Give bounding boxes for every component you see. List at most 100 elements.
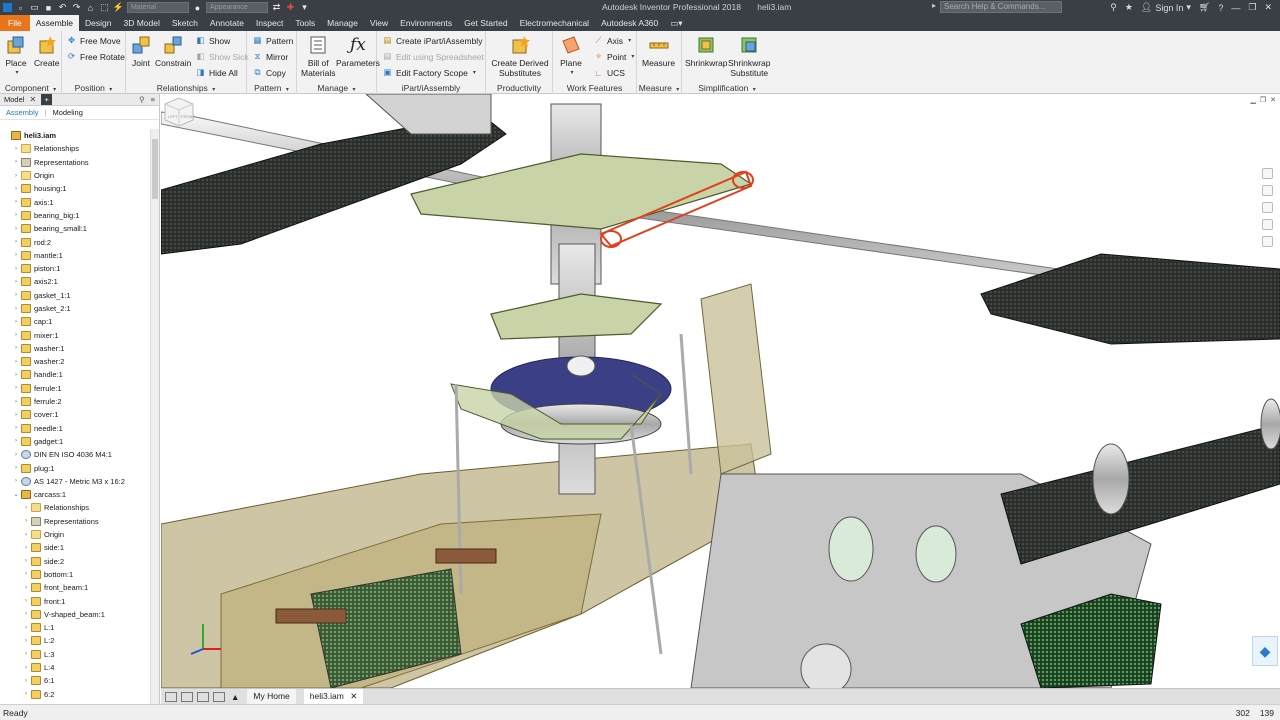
browser-menu-icon[interactable]: ≡: [151, 95, 155, 104]
expand-icon[interactable]: ›: [22, 558, 30, 564]
create-ipart-button[interactable]: ▤ Create iPart/iAssembly: [382, 35, 482, 46]
ucs-button[interactable]: ∟ UCS: [593, 67, 625, 78]
modeling-view-tab[interactable]: Modeling: [52, 108, 82, 117]
expand-icon[interactable]: ›: [12, 199, 20, 205]
a360-icon[interactable]: ◆: [1252, 636, 1278, 666]
tree-item[interactable]: › DIN EN ISO 4036 M4:1: [0, 448, 150, 461]
home-icon[interactable]: ⌂: [85, 2, 96, 13]
expand-icon[interactable]: ›: [12, 399, 20, 405]
tree-item[interactable]: heli3.iam: [0, 129, 150, 142]
measure-qat-icon[interactable]: ⇄: [271, 2, 282, 13]
place-button[interactable]: Place ▾: [5, 34, 27, 78]
tree-item[interactable]: › gadget:1: [0, 435, 150, 448]
expand-icon[interactable]: ›: [12, 332, 20, 338]
graphics-viewport[interactable]: ▁ ❐ ✕ LEFT FRONT ◆: [161, 94, 1280, 688]
restore-icon[interactable]: ❐: [1248, 2, 1256, 13]
tab-overflow-icon[interactable]: ▭▾: [664, 15, 688, 31]
tree-item[interactable]: › V-shaped_beam:1: [0, 608, 150, 621]
expand-icon[interactable]: ›: [22, 611, 30, 617]
mirror-button[interactable]: ⧖ Mirror: [252, 51, 289, 62]
viewcube[interactable]: LEFT FRONT: [161, 94, 197, 130]
tree-item[interactable]: › rod:2: [0, 235, 150, 248]
expand-icon[interactable]: ›: [22, 678, 30, 684]
tree-item[interactable]: › front_beam:1: [0, 581, 150, 594]
expand-icon[interactable]: ›: [12, 452, 20, 458]
position-panel-title[interactable]: Position ▾: [62, 82, 125, 94]
tree-item[interactable]: › gasket_1:1: [0, 289, 150, 302]
pattern-button[interactable]: ▦ Pattern: [252, 35, 293, 46]
expand-icon[interactable]: ›: [12, 319, 20, 325]
undo-icon[interactable]: ↶: [57, 2, 68, 13]
expand-icon[interactable]: ›: [12, 146, 20, 152]
qat-dropdown-icon[interactable]: ▾: [299, 2, 310, 13]
shrinkwrap-button[interactable]: Shrinkwrap: [685, 34, 728, 68]
material-combo[interactable]: Material: [127, 2, 189, 13]
close-document-icon[interactable]: ✕: [350, 691, 357, 701]
tree-item[interactable]: › bearing_big:1: [0, 209, 150, 222]
measure-button[interactable]: Measure: [642, 34, 675, 68]
add-browser-icon[interactable]: +: [41, 94, 53, 105]
new-icon[interactable]: ▫: [15, 2, 26, 13]
expand-icon[interactable]: ›: [22, 571, 30, 577]
parameters-button[interactable]: ƒx Parameters: [336, 34, 380, 69]
expand-icon[interactable]: ›: [12, 266, 20, 272]
tile-grid-icon[interactable]: [181, 691, 193, 702]
tree-item[interactable]: › 6:1: [0, 674, 150, 687]
create-derived-substitutes-button[interactable]: Create Derived Substitutes: [491, 34, 549, 78]
plus-icon[interactable]: ✚: [285, 2, 296, 13]
expand-icon[interactable]: ›: [12, 345, 20, 351]
expand-icon[interactable]: ›: [12, 438, 20, 444]
doc-list-icon[interactable]: ▲: [231, 692, 239, 702]
tree-item[interactable]: › L:4: [0, 661, 150, 674]
tree-item[interactable]: › mantle:1: [0, 249, 150, 262]
viewport-restore-icon[interactable]: ❐: [1260, 96, 1266, 104]
expand-icon[interactable]: ›: [12, 292, 20, 298]
bill-of-materials-button[interactable]: Bill of Materials: [301, 34, 335, 78]
tab-tools[interactable]: Tools: [289, 15, 321, 31]
open-icon[interactable]: ▭: [29, 2, 40, 13]
select-icon[interactable]: ⬚: [99, 2, 110, 13]
expand-icon[interactable]: ›: [22, 651, 30, 657]
tree-item[interactable]: › AS 1427 - Metric M3 x 16:2: [0, 475, 150, 488]
expand-icon[interactable]: ›: [12, 385, 20, 391]
free-move-button[interactable]: ✥ Free Move: [66, 35, 121, 46]
steering-wheel-icon[interactable]: [1261, 168, 1273, 179]
edit-factory-scope-button[interactable]: ▣ Edit Factory Scope ▾: [382, 67, 475, 78]
tree-item[interactable]: › 6:2: [0, 687, 150, 700]
tile-vertical-icon[interactable]: [197, 691, 209, 702]
expand-icon[interactable]: ›: [12, 359, 20, 365]
show-sick-button[interactable]: ◧ Show Sick: [195, 51, 248, 62]
tab-annotate[interactable]: Annotate: [204, 15, 250, 31]
measure-panel-title[interactable]: Measure ▾: [637, 82, 681, 94]
close-browser-icon[interactable]: ✕: [29, 95, 36, 104]
tree-item[interactable]: › cover:1: [0, 408, 150, 421]
simplification-panel-title[interactable]: Simplification ▾: [682, 82, 772, 94]
tab-autodesk-a360[interactable]: Autodesk A360: [595, 15, 664, 31]
tree-item[interactable]: › washer:2: [0, 355, 150, 368]
redo-icon[interactable]: ↷: [71, 2, 82, 13]
star-icon[interactable]: ★: [1125, 2, 1133, 13]
tab-3d-model[interactable]: 3D Model: [118, 15, 166, 31]
copy-button[interactable]: ⧉ Copy: [252, 67, 285, 78]
expand-icon[interactable]: ›: [22, 532, 30, 538]
tab-get-started[interactable]: Get Started: [458, 15, 513, 31]
tree-item[interactable]: › Relationships: [0, 501, 150, 514]
tree-item[interactable]: › Origin: [0, 528, 150, 541]
binoculars-icon[interactable]: ⚲: [1110, 2, 1117, 13]
tree-item[interactable]: › front:1: [0, 594, 150, 607]
tree-item[interactable]: › bearing_small:1: [0, 222, 150, 235]
my-home-tab[interactable]: My Home: [247, 689, 296, 704]
constrain-button[interactable]: Constrain: [155, 34, 191, 68]
appearance-combo[interactable]: Appearance: [206, 2, 268, 13]
close-icon[interactable]: ✕: [1264, 2, 1272, 13]
expand-icon[interactable]: ›: [12, 212, 20, 218]
tab-view[interactable]: View: [364, 15, 394, 31]
help-search-input[interactable]: Search Help & Commands...: [932, 1, 1062, 13]
expand-icon[interactable]: ⌄: [12, 491, 20, 498]
tree-item[interactable]: › axis2:1: [0, 275, 150, 288]
tree-item[interactable]: › housing:1: [0, 182, 150, 195]
tree-item[interactable]: ⌄ carcass:1: [0, 488, 150, 501]
expand-icon[interactable]: ›: [12, 478, 20, 484]
expand-icon[interactable]: ›: [12, 306, 20, 312]
tree-item[interactable]: › side:2: [0, 555, 150, 568]
